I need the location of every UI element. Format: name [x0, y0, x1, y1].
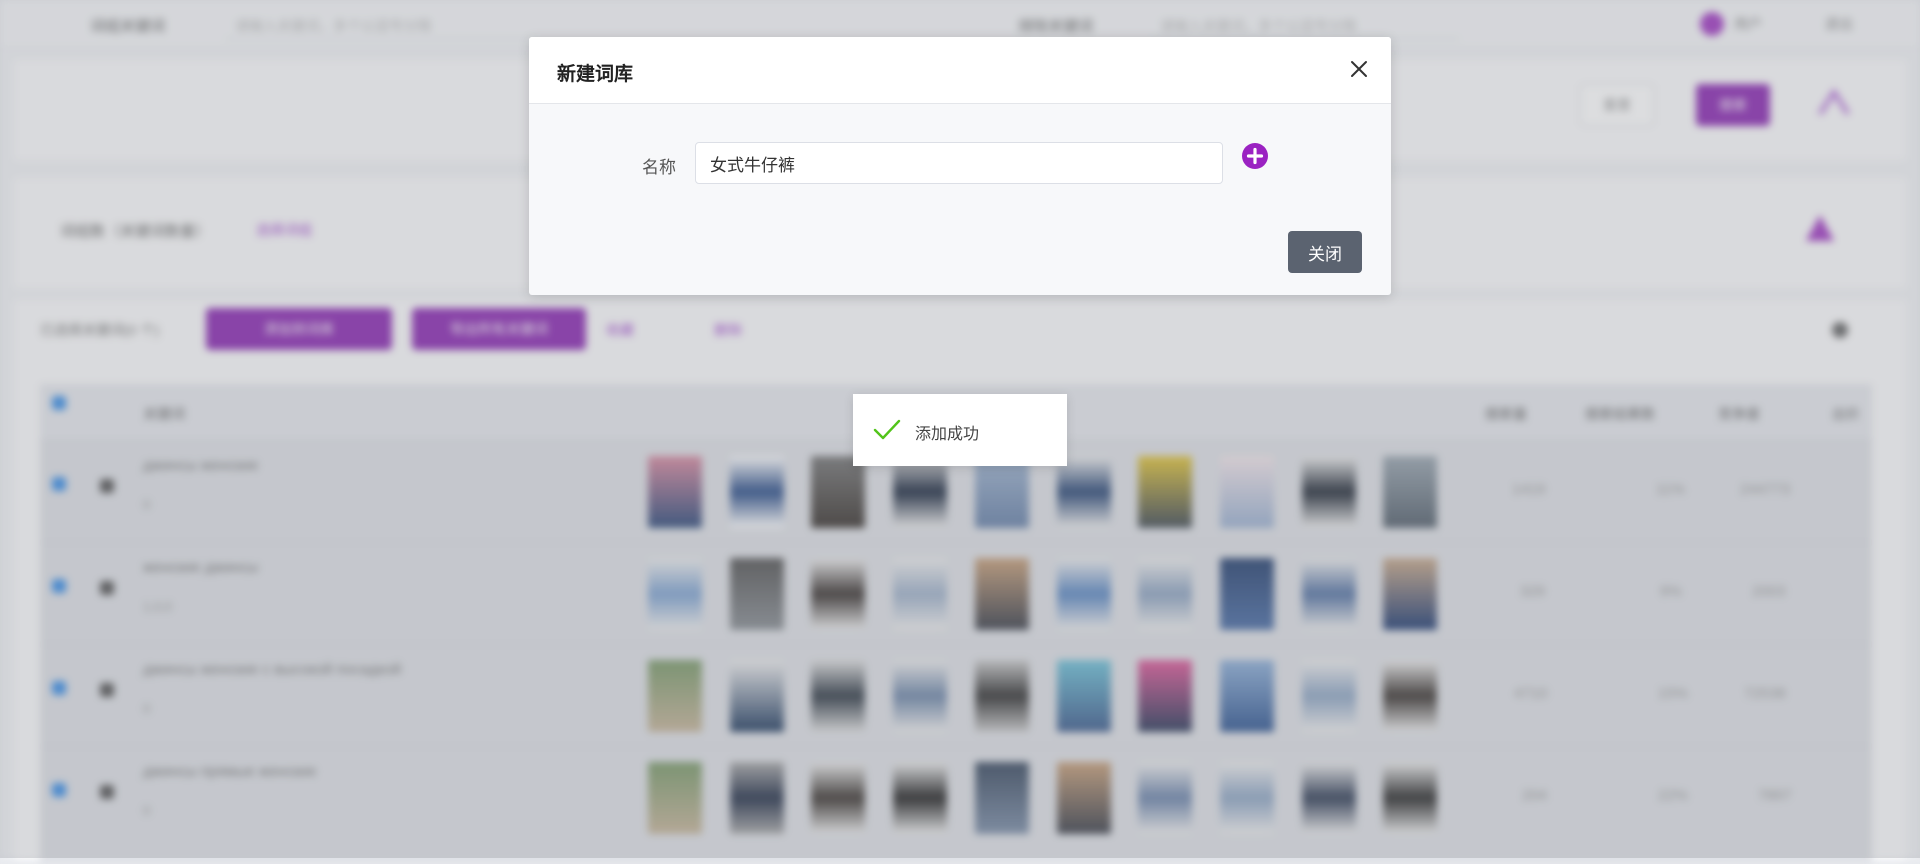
new-library-dialog: 新建词库 名称 关闭: [529, 37, 1391, 295]
close-button[interactable]: 关闭: [1288, 231, 1362, 273]
name-input[interactable]: [695, 142, 1223, 184]
name-label: 名称: [642, 158, 676, 177]
close-icon[interactable]: [1347, 57, 1371, 81]
plus-circle-icon[interactable]: [1242, 143, 1268, 169]
dialog-header: 新建词库: [529, 37, 1391, 104]
toast-message: 添加成功: [915, 426, 980, 443]
success-toast: 添加成功: [853, 394, 1067, 466]
dialog-title: 新建词库: [557, 64, 634, 85]
check-icon: [873, 419, 901, 440]
